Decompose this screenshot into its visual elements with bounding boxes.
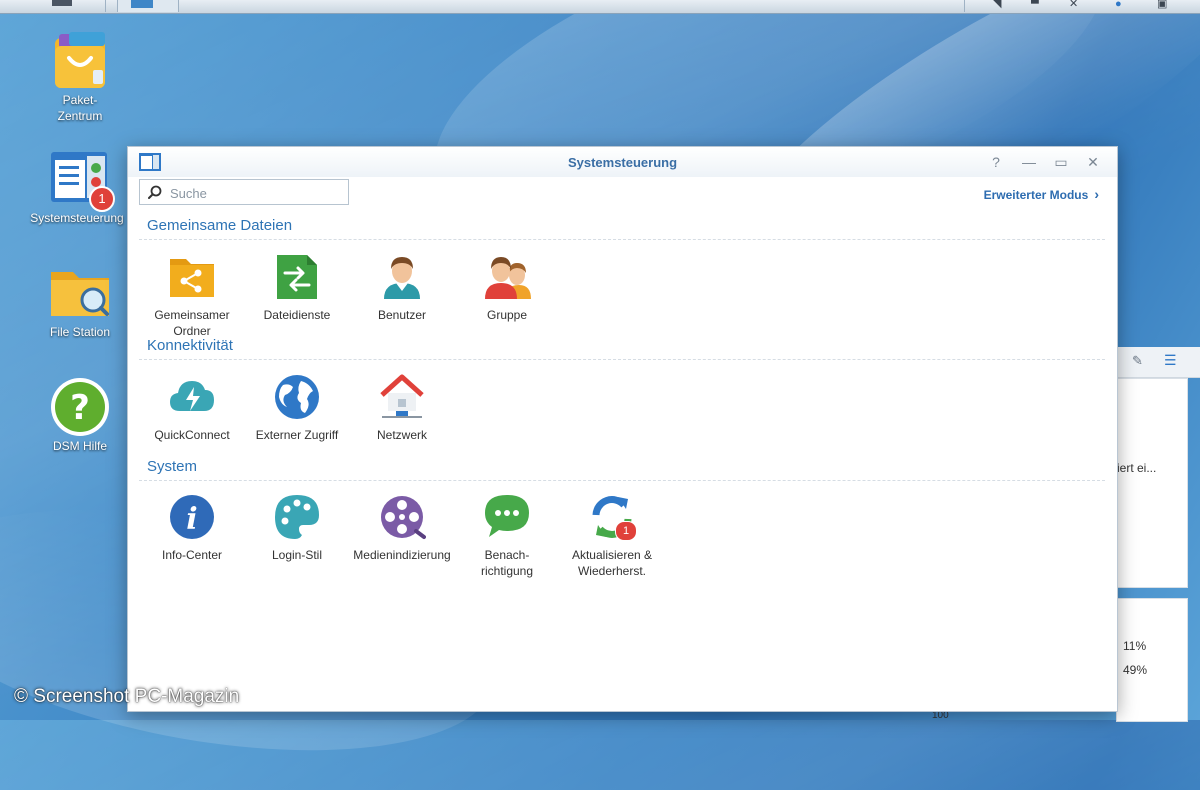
item-update-restore[interactable]: 1 Aktualisieren & Wiederherst. bbox=[557, 493, 667, 579]
film-reel-icon bbox=[378, 493, 426, 541]
taskbar-app-systemsteuerung[interactable] bbox=[117, 0, 179, 12]
grid-icon bbox=[52, 0, 72, 6]
item-label: Gruppe bbox=[486, 308, 528, 322]
item-user[interactable]: Benutzer bbox=[347, 253, 457, 323]
group-icon bbox=[483, 253, 531, 301]
widget-panel: iert ei... bbox=[1116, 378, 1188, 588]
advanced-mode-link[interactable]: Erweiterter Modus › bbox=[984, 186, 1099, 202]
shopping-bag-icon bbox=[49, 30, 111, 92]
options-icon[interactable]: ✕ bbox=[1069, 0, 1078, 10]
update-icon: 1 bbox=[588, 493, 637, 541]
item-label: Medienindizierung bbox=[353, 548, 451, 562]
maximize-icon[interactable]: ▭ bbox=[1052, 153, 1070, 171]
desktop-icon-label: Systemsteuerung bbox=[30, 211, 124, 225]
item-login-style[interactable]: Login-Stil bbox=[242, 493, 352, 563]
item-label: Info-Center bbox=[161, 548, 223, 562]
item-label: Dateidienste bbox=[263, 308, 331, 322]
widget-menu-icon[interactable]: ☰ bbox=[1164, 352, 1177, 369]
widget-value: 11% bbox=[1123, 639, 1147, 653]
item-label: Gemeinsamer Ordner bbox=[154, 308, 230, 338]
item-label: Externer Zugriff bbox=[255, 428, 339, 442]
item-label: Netzwerk bbox=[376, 428, 427, 442]
minimize-icon[interactable]: — bbox=[1020, 153, 1038, 171]
notification-badge: 1 bbox=[615, 521, 637, 541]
advanced-mode-label: Erweiterter Modus bbox=[983, 188, 1089, 202]
item-quickconnect[interactable]: QuickConnect bbox=[137, 373, 247, 443]
notification-icon[interactable]: ◥ bbox=[993, 0, 1001, 10]
desktop-icon-label: Paket- Zentrum bbox=[57, 93, 103, 123]
item-group[interactable]: Gruppe bbox=[452, 253, 562, 323]
section-divider bbox=[139, 239, 1105, 240]
chat-bubble-icon bbox=[483, 493, 531, 541]
pin-icon[interactable]: ✎ bbox=[1132, 353, 1143, 369]
widget-panel-resources: 11% 49% bbox=[1116, 598, 1188, 722]
desktop-icon-label: DSM Hilfe bbox=[52, 439, 107, 453]
item-network[interactable]: Netzwerk bbox=[347, 373, 457, 443]
globe-icon bbox=[273, 373, 321, 421]
quickconnect-icon bbox=[168, 373, 216, 421]
control-panel-icon: 1 bbox=[49, 148, 115, 212]
item-shared-folder[interactable]: Gemeinsamer Ordner bbox=[137, 253, 247, 339]
control-panel-icon bbox=[131, 0, 153, 8]
search-input[interactable] bbox=[168, 183, 342, 203]
item-file-services[interactable]: Dateidienste bbox=[242, 253, 352, 323]
user-menu-icon[interactable]: ▀ bbox=[1031, 0, 1039, 10]
palette-icon bbox=[273, 493, 321, 541]
desktop-icon-dsm-hilfe[interactable]: ? DSM Hilfe bbox=[30, 376, 130, 454]
section-divider bbox=[139, 359, 1105, 360]
widget-value: 49% bbox=[1123, 663, 1148, 677]
widgets-icon[interactable]: ▣ bbox=[1157, 0, 1167, 10]
help-icon[interactable]: ? bbox=[987, 153, 1005, 171]
item-info-center[interactable]: i Info-Center bbox=[137, 493, 247, 563]
section-title-system: System bbox=[147, 458, 198, 475]
section-divider bbox=[139, 480, 1105, 481]
taskbar: ◥ ▀ ✕ ● ▣ bbox=[0, 0, 1200, 14]
copyright-watermark: © Screenshot PC-Magazin bbox=[14, 686, 240, 707]
item-label: Login-Stil bbox=[271, 548, 323, 562]
chevron-right-icon: › bbox=[1094, 186, 1099, 202]
desktop-icon-label: File Station bbox=[49, 325, 111, 339]
item-external-access[interactable]: Externer Zugriff bbox=[242, 373, 352, 443]
window-titlebar[interactable]: Systemsteuerung ? — ▭ ✕ bbox=[128, 147, 1117, 177]
desktop-icon-systemsteuerung[interactable]: 1 Systemsteuerung bbox=[30, 148, 130, 226]
search-box[interactable] bbox=[139, 179, 349, 205]
file-services-icon bbox=[273, 253, 321, 301]
folder-search-icon bbox=[49, 262, 111, 324]
window-title: Systemsteuerung bbox=[567, 155, 678, 170]
taskbar-tray: ◥ ▀ ✕ ● ▣ bbox=[964, 0, 1200, 12]
main-menu-button[interactable] bbox=[0, 0, 106, 12]
item-label: QuickConnect bbox=[154, 428, 230, 442]
close-icon[interactable]: ✕ bbox=[1084, 153, 1102, 171]
network-house-icon bbox=[378, 373, 426, 421]
shared-folder-icon bbox=[168, 253, 216, 301]
svg-text:?: ? bbox=[70, 388, 90, 428]
desktop-icon-paket-zentrum[interactable]: Paket- Zentrum bbox=[30, 30, 130, 124]
section-title-shared-files: Gemeinsame Dateien bbox=[147, 217, 293, 234]
help-icon: ? bbox=[49, 376, 111, 438]
notification-badge: 1 bbox=[89, 186, 115, 212]
item-label: Benach- richtigung bbox=[480, 548, 534, 578]
svg-text:i: i bbox=[186, 502, 197, 537]
desktop-icon-file-station[interactable]: File Station bbox=[30, 262, 130, 340]
section-title-connectivity: Konnektivität bbox=[147, 337, 233, 354]
user-icon bbox=[378, 253, 426, 301]
widget-text: iert ei... bbox=[1117, 461, 1157, 475]
item-media-indexing[interactable]: Medienindizierung bbox=[347, 493, 457, 563]
item-label: Aktualisieren & Wiederherst. bbox=[571, 548, 653, 578]
item-notification[interactable]: Benach- richtigung bbox=[452, 493, 562, 579]
search-icon bbox=[148, 185, 162, 199]
info-icon: i bbox=[168, 493, 216, 541]
help-icon[interactable]: ● bbox=[1115, 0, 1122, 10]
item-label: Benutzer bbox=[377, 308, 427, 322]
systemsteuerung-window: Systemsteuerung ? — ▭ ✕ Erweiterter Modu… bbox=[127, 146, 1118, 712]
widget-header: ✎ ☰ bbox=[1116, 347, 1200, 378]
